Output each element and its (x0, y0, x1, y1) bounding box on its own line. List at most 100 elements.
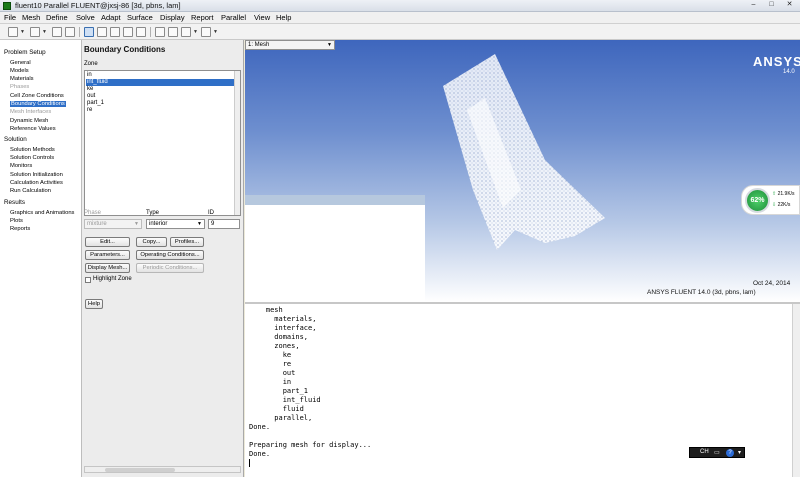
menu-bar: File Mesh Define Solve Adapt Surface Dis… (0, 12, 800, 24)
display-mesh-button[interactable]: Display Mesh... (85, 263, 130, 273)
zone-item-ke[interactable]: ke (87, 86, 93, 93)
graphics-window[interactable]: 1: Mesh ▼ ANSYS 14.0 62% ⇧ 21.9K/s ⇩ 22K… (245, 40, 800, 302)
zone-label: Zone (84, 61, 98, 67)
menu-help[interactable]: Help (276, 13, 291, 22)
nav-item-dynamic-mesh[interactable]: Dynamic Mesh (10, 118, 48, 124)
zone-list[interactable]: in int_fluid ke out part_1 re (84, 70, 241, 216)
menu-surface[interactable]: Surface (127, 13, 153, 22)
nav-item-reference-values[interactable]: Reference Values (10, 126, 56, 132)
minimize-button[interactable]: – (748, 1, 759, 10)
toolbar: ▼ ▼ ▼ ▼ (0, 24, 800, 40)
menu-file[interactable]: File (4, 13, 16, 22)
nav-item-general[interactable]: General (10, 60, 31, 66)
copy-button[interactable]: Copy... (136, 237, 167, 247)
nav-item-run-calculation[interactable]: Run Calculation (10, 188, 51, 194)
network-monitor-widget: 62% ⇧ 21.9K/s ⇩ 22K/s (741, 185, 800, 215)
window-dropdown-icon[interactable]: ▼ (213, 29, 218, 35)
nav-item-solution-initialization[interactable]: Solution Initialization (10, 172, 63, 178)
type-select[interactable]: interior ▼ (146, 219, 205, 229)
type-label: Type (146, 210, 160, 216)
keyboard-icon[interactable]: ▭ (714, 449, 720, 456)
network-gauge: 62% (745, 188, 770, 213)
console-cursor (249, 459, 250, 467)
print-icon[interactable] (52, 27, 62, 37)
id-field[interactable]: 9 (208, 219, 240, 229)
menu-parallel[interactable]: Parallel (221, 13, 246, 22)
console-text: mesh materials, interface, domains, zone… (249, 306, 372, 458)
menu-view[interactable]: View (254, 13, 270, 22)
camera-icon[interactable] (65, 27, 75, 37)
menu-define[interactable]: Define (46, 13, 68, 22)
task-page-title: Boundary Conditions (84, 45, 166, 54)
ime-dropdown-icon[interactable]: ▾ (738, 449, 741, 456)
menu-mesh[interactable]: Mesh (22, 13, 40, 22)
open-dropdown-icon[interactable]: ▼ (20, 29, 25, 35)
nav-item-reports[interactable]: Reports (10, 226, 30, 232)
console[interactable]: mesh materials, interface, domains, zone… (245, 302, 800, 477)
probe-icon[interactable] (168, 27, 178, 37)
task-page: Boundary Conditions Zone in int_fluid ke… (82, 40, 244, 477)
help-icon[interactable]: ? (726, 449, 734, 457)
periodic-conditions-button[interactable]: Periodic Conditions... (136, 263, 204, 273)
highlight-zone-label: Highlight Zone (93, 276, 132, 282)
nav-section-solution[interactable]: Solution (4, 136, 27, 143)
help-button[interactable]: Help (85, 299, 103, 309)
zone-list-scrollbar[interactable] (234, 71, 240, 215)
app-icon (3, 2, 11, 10)
window-icon[interactable] (201, 27, 211, 37)
zoom-fit-icon[interactable] (155, 27, 165, 37)
nav-item-mesh-interfaces[interactable]: Mesh Interfaces (10, 109, 51, 115)
operating-conditions-button[interactable]: Operating Conditions... (136, 250, 204, 260)
open-icon[interactable] (8, 27, 18, 37)
zone-item-part-1[interactable]: part_1 (87, 100, 104, 107)
menu-solve[interactable]: Solve (76, 13, 95, 22)
phase-select[interactable]: mixture ▼ (84, 219, 142, 229)
ruler-dropdown-icon[interactable]: ▼ (193, 29, 198, 35)
id-label: ID (208, 210, 214, 216)
nav-item-models[interactable]: Models (10, 68, 29, 74)
select-icon[interactable] (84, 27, 94, 37)
close-button[interactable]: ✕ (784, 1, 795, 10)
download-rate-value: 22K/s (777, 202, 791, 208)
zoom-in-icon[interactable] (110, 27, 120, 37)
secondary-window-overlay (245, 195, 425, 302)
nav-item-plots[interactable]: Plots (10, 218, 23, 224)
chevron-down-icon: ▼ (134, 221, 139, 227)
highlight-zone-checkbox[interactable] (85, 277, 91, 283)
zone-item-in[interactable]: in (87, 72, 92, 79)
zone-item-re[interactable]: re (87, 107, 92, 114)
nav-item-phases[interactable]: Phases (10, 84, 29, 90)
nav-item-boundary-conditions[interactable]: Boundary Conditions (10, 101, 66, 107)
ruler-icon[interactable] (181, 27, 191, 37)
nav-item-solution-methods[interactable]: Solution Methods (10, 147, 55, 153)
console-scrollbar[interactable] (792, 304, 800, 477)
nav-item-graphics-and-animations[interactable]: Graphics and Animations (10, 210, 74, 216)
ime-toolbar: CH ▭ ? ▾ (689, 447, 745, 458)
zone-item-out[interactable]: out (87, 93, 95, 100)
nav-item-monitors[interactable]: Monitors (10, 163, 32, 169)
nav-item-materials[interactable]: Materials (10, 76, 34, 82)
maximize-button[interactable]: □ (766, 1, 777, 10)
edit-button[interactable]: Edit... (85, 237, 130, 247)
zone-item-int-fluid[interactable]: int_fluid (86, 79, 239, 86)
menu-adapt[interactable]: Adapt (101, 13, 121, 22)
nav-item-calculation-activities[interactable]: Calculation Activities (10, 180, 63, 186)
nav-section-results[interactable]: Results (4, 199, 25, 206)
nav-section-problem-setup[interactable]: Problem Setup (4, 49, 46, 56)
menu-display[interactable]: Display (160, 13, 185, 22)
rotate-icon[interactable] (136, 27, 146, 37)
phase-select-value: mixture (87, 221, 107, 227)
graphics-date: Oct 24, 2014 (753, 280, 791, 287)
pan-icon[interactable] (97, 27, 107, 37)
nav-item-cell-zone-conditions[interactable]: Cell Zone Conditions (10, 93, 64, 99)
menu-report[interactable]: Report (191, 13, 214, 22)
window-title: fluent10 Parallel FLUENT@jxsj-86 [3d, pb… (15, 1, 181, 10)
save-icon[interactable] (30, 27, 40, 37)
save-dropdown-icon[interactable]: ▼ (42, 29, 47, 35)
task-page-scrollbar[interactable] (84, 466, 241, 473)
nav-item-solution-controls[interactable]: Solution Controls (10, 155, 54, 161)
zoom-out-icon[interactable] (123, 27, 133, 37)
parameters-button[interactable]: Parameters... (85, 250, 130, 260)
profiles-button[interactable]: Profiles... (170, 237, 204, 247)
ime-language[interactable]: CH (700, 449, 709, 455)
